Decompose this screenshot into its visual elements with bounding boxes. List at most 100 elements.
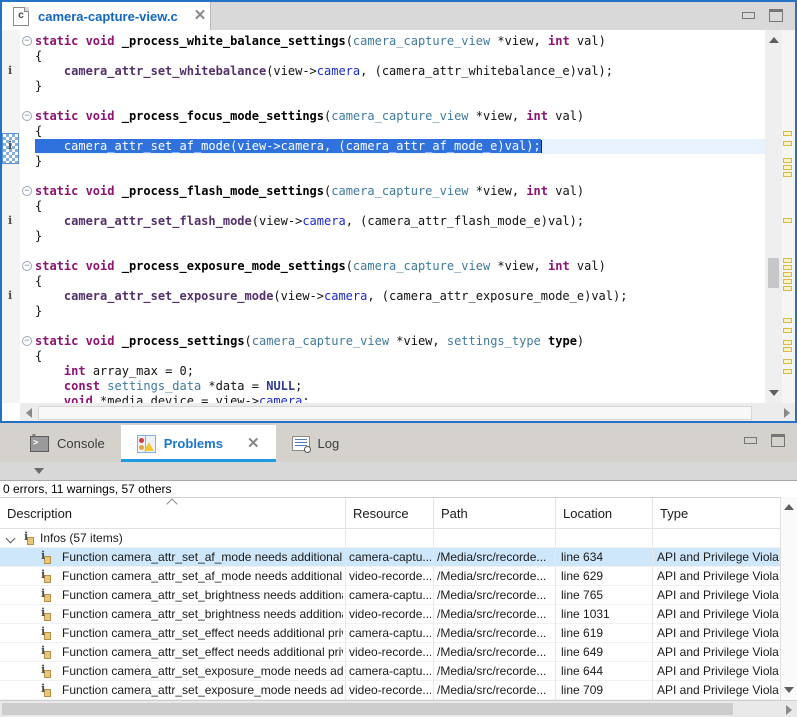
problem-description: Function camera_attr_set_af_mode needs a… — [62, 569, 343, 583]
fold-collapse-icon[interactable]: − — [22, 336, 32, 346]
minimize-icon[interactable] — [742, 12, 755, 19]
fold-collapse-icon[interactable]: − — [22, 111, 32, 121]
code-line[interactable]: { — [35, 124, 765, 139]
warning-marker-icon[interactable] — [783, 141, 792, 146]
warning-marker-icon[interactable] — [783, 359, 792, 364]
problem-row[interactable]: iFunction camera_attr_set_brightness nee… — [0, 605, 780, 624]
code-line[interactable]: const settings_data *data = NULL; — [35, 379, 765, 394]
scroll-right-icon[interactable] — [786, 705, 792, 715]
problem-row[interactable]: i Function camera_attr_set_af_mode needs … — [0, 567, 780, 586]
group-row-infos[interactable]: iInfos (57 items) — [0, 529, 780, 548]
code-line[interactable] — [35, 319, 765, 334]
code-line[interactable]: } — [35, 79, 765, 94]
warning-marker-icon[interactable] — [783, 340, 792, 345]
problem-row[interactable]: iFunction camera_attr_set_exposure_mode … — [0, 662, 780, 681]
warning-marker-icon[interactable] — [783, 265, 792, 270]
problem-location: line 629 — [561, 569, 650, 583]
tab-log[interactable]: Log — [276, 425, 356, 462]
warning-marker-icon[interactable] — [783, 369, 792, 374]
problem-type: API and Privilege Violat — [657, 550, 779, 564]
column-header-resource[interactable]: Resource — [345, 498, 433, 528]
code-line[interactable]: static void _process_exposure_mode_setti… — [35, 259, 765, 274]
warning-marker-icon[interactable] — [783, 318, 792, 323]
code-line[interactable]: { — [35, 49, 765, 64]
warning-marker-icon[interactable] — [783, 279, 792, 284]
maximize-icon[interactable] — [771, 434, 785, 447]
scroll-down-icon[interactable] — [784, 687, 794, 693]
close-icon[interactable]: ✕ — [247, 437, 260, 451]
view-menu-dropdown-icon[interactable] — [34, 468, 44, 474]
warning-marker-icon[interactable] — [783, 172, 792, 177]
problem-description: Function camera_attr_set_brightness need… — [62, 588, 343, 602]
code-line[interactable]: } — [35, 229, 765, 244]
problem-row[interactable]: iFunction camera_attr_set_exposure_mode … — [0, 681, 780, 700]
group-label: Infos (57 items) — [40, 531, 340, 545]
warning-marker-icon[interactable] — [783, 272, 792, 277]
column-header-type[interactable]: Type — [652, 498, 780, 528]
warning-marker-icon[interactable] — [783, 328, 792, 333]
info-marker-icon[interactable]: i — [8, 289, 18, 303]
code-line[interactable] — [35, 169, 765, 184]
column-header-path[interactable]: Path — [433, 498, 555, 528]
code-line[interactable] — [35, 94, 765, 109]
problem-row[interactable]: iFunction camera_attr_set_brightness nee… — [0, 586, 780, 605]
code-line[interactable]: static void _process_flash_mode_settings… — [35, 184, 765, 199]
info-severity-icon: i — [41, 570, 51, 583]
maximize-icon[interactable] — [769, 9, 783, 22]
warning-marker-icon[interactable] — [783, 286, 792, 291]
scroll-right-icon[interactable] — [784, 408, 790, 418]
tab-problems[interactable]: Problems ✕ — [121, 425, 276, 462]
info-marker-icon[interactable]: i — [8, 139, 18, 153]
fold-column: − − − − − — [20, 30, 35, 403]
warning-marker-icon[interactable] — [783, 258, 792, 263]
editor-hscroll-thumb[interactable] — [38, 406, 752, 420]
code-line[interactable]: } — [35, 304, 765, 319]
problem-resource: camera-captu... — [349, 664, 431, 678]
problem-row[interactable]: iFunction camera_attr_set_effect needs a… — [0, 624, 780, 643]
fold-collapse-icon[interactable]: − — [22, 186, 32, 196]
code-line[interactable]: static void _process_white_balance_setti… — [35, 34, 765, 49]
fold-collapse-icon[interactable]: − — [22, 36, 32, 46]
code-line[interactable]: camera_attr_set_exposure_mode(view->came… — [35, 289, 765, 304]
panel-horizontal-scrollbar[interactable] — [0, 700, 797, 717]
code-line[interactable]: { — [35, 199, 765, 214]
code-line[interactable]: static void _process_settings(camera_cap… — [35, 334, 765, 349]
warning-marker-icon[interactable] — [783, 347, 792, 352]
problem-row[interactable]: iFunction camera_attr_set_effect needs a… — [0, 643, 780, 662]
scroll-up-icon[interactable] — [784, 504, 794, 510]
info-marker-icon[interactable]: i — [8, 64, 18, 78]
warning-marker-icon[interactable] — [783, 158, 792, 163]
chevron-down-icon[interactable] — [6, 534, 16, 544]
code-line[interactable]: int array_max = 0; — [35, 364, 765, 379]
info-marker-icon[interactable]: i — [8, 214, 18, 228]
editor-horizontal-scrollbar[interactable] — [20, 403, 795, 421]
close-icon[interactable]: ✕ — [194, 9, 207, 23]
scroll-up-icon[interactable] — [769, 37, 779, 43]
warning-marker-icon[interactable] — [783, 131, 792, 136]
fold-collapse-icon[interactable]: − — [22, 261, 32, 271]
code-line[interactable]: camera_attr_set_whitebalance(view->camer… — [35, 64, 765, 79]
panel-hscroll-thumb[interactable] — [2, 703, 733, 715]
editor-vertical-scrollbar[interactable] — [765, 30, 782, 403]
scroll-down-icon[interactable] — [769, 390, 779, 396]
scroll-left-icon[interactable] — [26, 408, 32, 418]
code-line[interactable]: static void _process_focus_mode_settings… — [35, 109, 765, 124]
tab-console[interactable]: Console — [14, 425, 121, 462]
column-header-description[interactable]: Description — [0, 498, 345, 528]
code-line[interactable]: { — [35, 349, 765, 364]
code-line[interactable] — [35, 244, 765, 259]
code-line[interactable]: { — [35, 274, 765, 289]
column-header-location[interactable]: Location — [555, 498, 652, 528]
code-line[interactable]: camera_attr_set_flash_mode(view->camera,… — [35, 214, 765, 229]
problem-row[interactable]: iFunction camera_attr_set_af_mode needs … — [0, 548, 780, 567]
code-line[interactable]: void *media_device = view->camera; — [35, 394, 765, 403]
editor-body[interactable]: i i i i − − − − − static void _process_white_ba… — [2, 30, 795, 403]
code-line[interactable]: } — [35, 154, 765, 169]
code-line[interactable]: camera_attr_set_af_mode(view->camera, (c… — [35, 139, 765, 154]
warning-marker-icon[interactable] — [783, 218, 792, 223]
warning-marker-icon[interactable] — [783, 165, 792, 170]
table-vertical-scrollbar[interactable] — [780, 497, 797, 700]
minimize-icon[interactable] — [744, 437, 757, 444]
editor-vscroll-thumb[interactable] — [768, 258, 779, 288]
tab-camera-capture-view[interactable]: c camera-capture-view.c ✕ — [2, 2, 211, 30]
